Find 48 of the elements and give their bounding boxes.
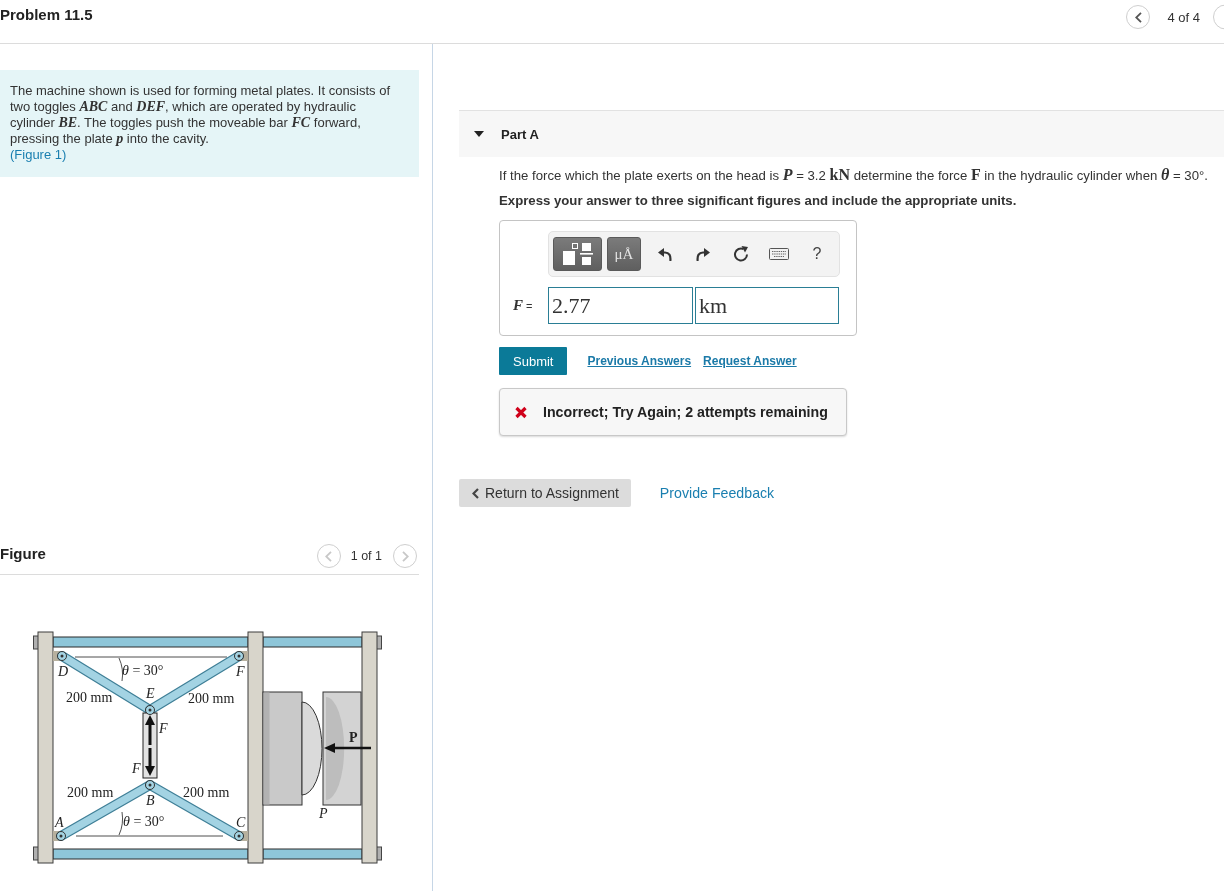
point-label: F: [236, 665, 245, 679]
chevron-left-icon: [472, 487, 479, 499]
reset-icon: [733, 246, 749, 262]
angle-label: θ = 30°: [123, 815, 165, 829]
point-label: A: [55, 816, 64, 830]
answer-label: F =: [512, 297, 534, 314]
dimension-label: 200 mm: [67, 786, 114, 800]
request-answer-link[interactable]: Request Answer: [703, 354, 797, 368]
chevron-left-icon: [325, 550, 333, 562]
part-title: Part A: [501, 126, 539, 142]
help-button[interactable]: ?: [799, 237, 835, 271]
page-counter: 4 of 4: [1167, 9, 1200, 25]
fraction-template-icon: [562, 243, 593, 265]
keyboard-icon: [769, 248, 789, 260]
point-label: D: [58, 665, 69, 679]
previous-answers-link[interactable]: Previous Answers: [587, 354, 692, 368]
part-header[interactable]: Part A: [459, 110, 1224, 157]
figure-title: Figure: [0, 544, 46, 562]
previous-button[interactable]: [1126, 5, 1151, 29]
provide-feedback-link[interactable]: Provide Feedback: [659, 485, 775, 501]
problem-title: Problem 11.5: [0, 6, 93, 23]
problem-statement: The machine shown is used for forming metal plates. It consists of two toggles ABC and DEF, which are operated by hydraulic cylinder BE. The toggles push the moveable bar FC forward, pressing the plate p into the cavity.: [10, 83, 392, 147]
figure-link[interactable]: (Figure 1): [10, 147, 67, 163]
angle-label: θ = 30°: [122, 664, 164, 678]
units-button[interactable]: μÅ: [607, 237, 641, 271]
redo-icon: [696, 247, 710, 261]
point-label: P: [319, 807, 328, 821]
instruction-text: Express your answer to three significant figures and include the appropriate units.: [499, 193, 1018, 209]
question-text: If the force which the plate exerts on the head is P = 3.2 kN determine the force F in the hydraulic cylinder when θ = 30°.: [499, 167, 1209, 184]
load-label: P: [349, 731, 358, 745]
answer-field[interactable]: 2.77: [548, 287, 693, 324]
return-button[interactable]: Return to Assignment: [459, 479, 631, 507]
units-field[interactable]: km: [695, 287, 839, 324]
chevron-left-icon: [1134, 11, 1142, 23]
feedback-text: Incorrect; Try Again; 2 attempts remaining: [543, 404, 828, 420]
dimension-label: 200 mm: [183, 786, 230, 800]
submit-button[interactable]: Submit: [499, 347, 568, 375]
force-label: F: [132, 762, 141, 776]
dimension-label: 200 mm: [188, 692, 235, 706]
undo-icon: [658, 247, 672, 261]
chevron-right-icon: [401, 550, 409, 562]
dimension-label: 200 mm: [66, 691, 113, 705]
point-label: B: [146, 794, 155, 808]
force-label: F: [159, 722, 168, 736]
templates-button[interactable]: [553, 237, 602, 271]
point-label: E: [146, 687, 155, 701]
page-counter: 1 of 1: [350, 549, 382, 563]
point-label: C: [236, 816, 246, 830]
